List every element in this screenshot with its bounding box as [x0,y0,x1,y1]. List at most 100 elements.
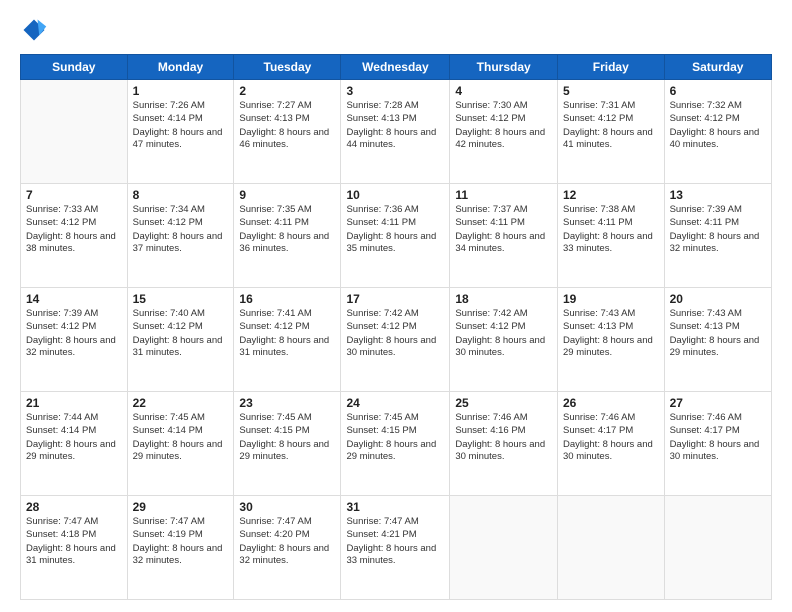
sunset-text: Sunset: 4:11 PM [563,217,659,230]
sunset-text: Sunset: 4:14 PM [133,113,229,126]
day-number: 10 [346,188,444,202]
daylight-text: Daylight: 8 hours and 47 minutes. [133,127,229,153]
daylight-text: Daylight: 8 hours and 31 minutes. [133,335,229,361]
sunset-text: Sunset: 4:12 PM [563,113,659,126]
daylight-text: Daylight: 8 hours and 33 minutes. [563,231,659,257]
daylight-text: Daylight: 8 hours and 29 minutes. [239,439,335,465]
sunrise-text: Sunrise: 7:36 AM [346,204,444,217]
col-header-monday: Monday [127,55,234,80]
sunset-text: Sunset: 4:11 PM [346,217,444,230]
calendar-cell: 4Sunrise: 7:30 AMSunset: 4:12 PMDaylight… [450,80,558,184]
sunrise-text: Sunrise: 7:44 AM [26,412,122,425]
sunset-text: Sunset: 4:11 PM [239,217,335,230]
daylight-text: Daylight: 8 hours and 29 minutes. [346,439,444,465]
daylight-text: Daylight: 8 hours and 30 minutes. [455,335,552,361]
day-number: 3 [346,84,444,98]
daylight-text: Daylight: 8 hours and 30 minutes. [455,439,552,465]
sunrise-text: Sunrise: 7:47 AM [133,516,229,529]
day-number: 9 [239,188,335,202]
calendar-cell: 14Sunrise: 7:39 AMSunset: 4:12 PMDayligh… [21,288,128,392]
sunset-text: Sunset: 4:16 PM [455,425,552,438]
sunset-text: Sunset: 4:12 PM [670,113,766,126]
sunset-text: Sunset: 4:12 PM [26,217,122,230]
calendar-cell: 25Sunrise: 7:46 AMSunset: 4:16 PMDayligh… [450,392,558,496]
daylight-text: Daylight: 8 hours and 29 minutes. [670,335,766,361]
sunset-text: Sunset: 4:14 PM [26,425,122,438]
day-number: 31 [346,500,444,514]
day-number: 4 [455,84,552,98]
calendar-cell: 11Sunrise: 7:37 AMSunset: 4:11 PMDayligh… [450,184,558,288]
week-row-5: 28Sunrise: 7:47 AMSunset: 4:18 PMDayligh… [21,496,772,600]
day-number: 18 [455,292,552,306]
daylight-text: Daylight: 8 hours and 29 minutes. [563,335,659,361]
sunset-text: Sunset: 4:12 PM [133,217,229,230]
calendar-cell: 26Sunrise: 7:46 AMSunset: 4:17 PMDayligh… [558,392,665,496]
daylight-text: Daylight: 8 hours and 44 minutes. [346,127,444,153]
sunrise-text: Sunrise: 7:43 AM [563,308,659,321]
day-number: 21 [26,396,122,410]
sunset-text: Sunset: 4:12 PM [26,321,122,334]
calendar-cell: 27Sunrise: 7:46 AMSunset: 4:17 PMDayligh… [664,392,771,496]
sunset-text: Sunset: 4:11 PM [670,217,766,230]
calendar-cell: 30Sunrise: 7:47 AMSunset: 4:20 PMDayligh… [234,496,341,600]
daylight-text: Daylight: 8 hours and 42 minutes. [455,127,552,153]
daylight-text: Daylight: 8 hours and 30 minutes. [563,439,659,465]
sunrise-text: Sunrise: 7:46 AM [455,412,552,425]
sunset-text: Sunset: 4:11 PM [455,217,552,230]
sunset-text: Sunset: 4:15 PM [239,425,335,438]
day-number: 1 [133,84,229,98]
sunset-text: Sunset: 4:19 PM [133,529,229,542]
calendar-cell: 16Sunrise: 7:41 AMSunset: 4:12 PMDayligh… [234,288,341,392]
daylight-text: Daylight: 8 hours and 30 minutes. [670,439,766,465]
daylight-text: Daylight: 8 hours and 37 minutes. [133,231,229,257]
day-number: 7 [26,188,122,202]
calendar-cell: 2Sunrise: 7:27 AMSunset: 4:13 PMDaylight… [234,80,341,184]
calendar-cell: 8Sunrise: 7:34 AMSunset: 4:12 PMDaylight… [127,184,234,288]
calendar-cell: 19 Sunrise: 7:43 AMSunset: 4:13 PMDayligh… [558,288,665,392]
calendar-cell: 31Sunrise: 7:47 AMSunset: 4:21 PMDayligh… [341,496,450,600]
day-number: 19 [563,292,659,306]
calendar-cell: 23Sunrise: 7:45 AMSunset: 4:15 PMDayligh… [234,392,341,496]
daylight-text: Daylight: 8 hours and 32 minutes. [26,335,122,361]
calendar-cell: 12Sunrise: 7:38 AMSunset: 4:11 PMDayligh… [558,184,665,288]
sunrise-text: Sunrise: 7:47 AM [239,516,335,529]
day-number: 24 [346,396,444,410]
calendar-cell: 13Sunrise: 7:39 AMSunset: 4:11 PMDayligh… [664,184,771,288]
sunset-text: Sunset: 4:13 PM [563,321,659,334]
calendar-cell: 29Sunrise: 7:47 AMSunset: 4:19 PMDayligh… [127,496,234,600]
col-header-saturday: Saturday [664,55,771,80]
sunrise-text: Sunrise: 7:41 AM [239,308,335,321]
calendar-cell: 17Sunrise: 7:42 AMSunset: 4:12 PMDayligh… [341,288,450,392]
week-row-2: 7Sunrise: 7:33 AMSunset: 4:12 PMDaylight… [21,184,772,288]
col-header-thursday: Thursday [450,55,558,80]
col-header-wednesday: Wednesday [341,55,450,80]
day-number: 27 [670,396,766,410]
week-row-3: 14Sunrise: 7:39 AMSunset: 4:12 PMDayligh… [21,288,772,392]
day-number: 11 [455,188,552,202]
sunset-text: Sunset: 4:12 PM [346,321,444,334]
daylight-text: Daylight: 8 hours and 29 minutes. [133,439,229,465]
day-number: 22 [133,396,229,410]
day-number: 20 [670,292,766,306]
calendar-cell: 21 Sunrise: 7:44 AMSunset: 4:14 PMDayligh… [21,392,128,496]
daylight-text: Daylight: 8 hours and 34 minutes. [455,231,552,257]
daylight-text: Daylight: 8 hours and 29 minutes. [26,439,122,465]
sunset-text: Sunset: 4:12 PM [133,321,229,334]
daylight-text: Daylight: 8 hours and 40 minutes. [670,127,766,153]
daylight-text: Daylight: 8 hours and 33 minutes. [346,543,444,569]
sunrise-text: Sunrise: 7:27 AM [239,100,335,113]
calendar-table: SundayMondayTuesdayWednesdayThursdayFrid… [20,54,772,600]
sunset-text: Sunset: 4:13 PM [670,321,766,334]
calendar-cell: 18Sunrise: 7:42 AMSunset: 4:12 PMDayligh… [450,288,558,392]
calendar-cell [21,80,128,184]
daylight-text: Daylight: 8 hours and 38 minutes. [26,231,122,257]
logo [20,16,52,44]
sunrise-text: Sunrise: 7:35 AM [239,204,335,217]
sunrise-text: Sunrise: 7:45 AM [346,412,444,425]
sunrise-text: Sunrise: 7:46 AM [670,412,766,425]
day-number: 16 [239,292,335,306]
calendar-cell: 15Sunrise: 7:40 AMSunset: 4:12 PMDayligh… [127,288,234,392]
sunrise-text: Sunrise: 7:42 AM [455,308,552,321]
day-number: 14 [26,292,122,306]
day-number: 8 [133,188,229,202]
